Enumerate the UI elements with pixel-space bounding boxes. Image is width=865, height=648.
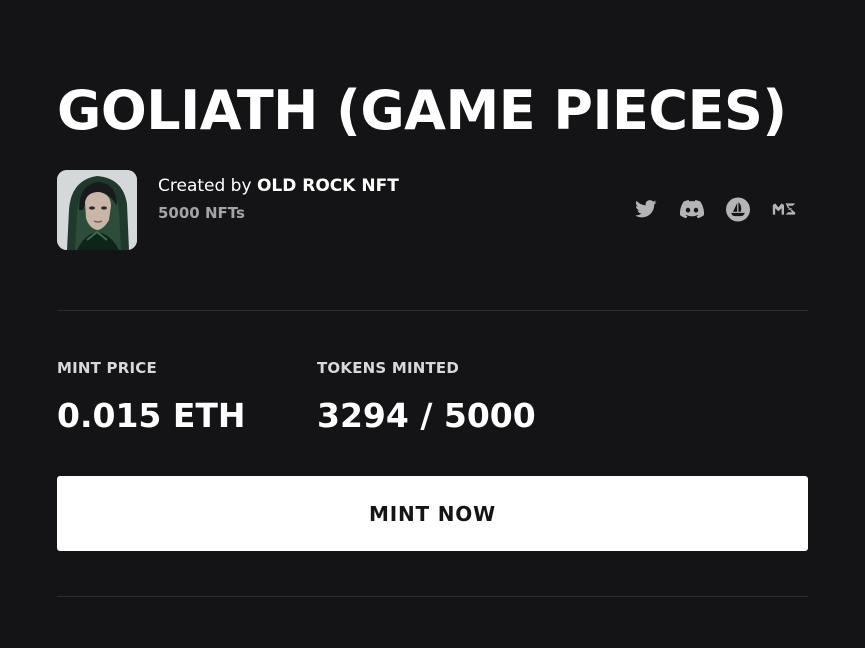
section-divider-top (57, 310, 808, 311)
created-by-line: Created by OLD ROCK NFT (158, 174, 399, 198)
tokens-minted-label: TOKENS MINTED (317, 359, 460, 377)
creator-row: Created by OLD ROCK NFT 5000 NFTs (57, 170, 808, 250)
mint-price-stat: MINT PRICE 0.015 ETH (57, 358, 246, 438)
creator-info: Created by OLD ROCK NFT 5000 NFTs (158, 174, 399, 224)
mint-now-button[interactable]: MINT NOW (57, 476, 808, 551)
avatar-portrait-image (57, 170, 137, 250)
mint-page: GOLIATH (GAME PIECES) Created by OLD ROC… (57, 0, 808, 648)
nft-count: 5000 NFTs (158, 204, 245, 222)
tokens-minted-value: 3294 / 5000 (317, 396, 536, 435)
discord-icon[interactable] (680, 197, 704, 221)
collection-title: GOLIATH (GAME PIECES) (57, 79, 787, 142)
opensea-icon[interactable] (726, 197, 750, 221)
twitter-icon[interactable] (634, 197, 658, 221)
section-divider-bottom (57, 596, 808, 597)
social-links (634, 197, 796, 221)
created-by-prefix: Created by (158, 176, 252, 196)
magic-eden-icon[interactable] (772, 197, 796, 221)
mint-price-label: MINT PRICE (57, 359, 157, 377)
creator-name-link[interactable]: OLD ROCK NFT (257, 176, 399, 196)
mint-price-value: 0.015 ETH (57, 396, 246, 435)
creator-avatar (57, 170, 137, 250)
tokens-minted-stat: TOKENS MINTED 3294 / 5000 (317, 358, 536, 438)
